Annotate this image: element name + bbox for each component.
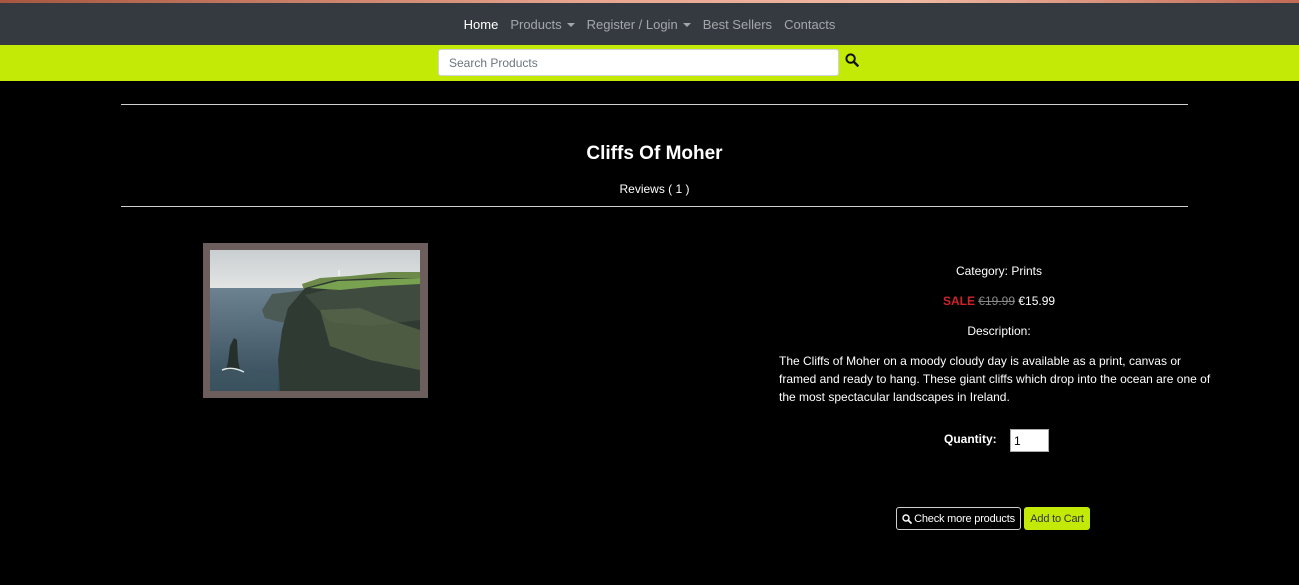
main-navbar: Home Products Register / Login Best Sell… [0, 3, 1299, 45]
chevron-down-icon [566, 22, 575, 27]
nav-register-login-label: Register / Login [586, 16, 678, 32]
reviews-link[interactable]: Reviews ( 1 ) [0, 182, 1299, 196]
nav-best-sellers[interactable]: Best Sellers [703, 17, 772, 32]
quantity-label: Quantity: [944, 432, 997, 446]
current-price: €15.99 [1018, 294, 1056, 308]
nav-home[interactable]: Home [464, 17, 499, 32]
chevron-down-icon [682, 22, 691, 27]
price-line: SALE €19.99 €15.99 [779, 292, 1219, 310]
product-image [210, 250, 420, 391]
product-image-frame [203, 243, 428, 398]
description-label: Description: [967, 324, 1031, 338]
nav-products-label: Products [510, 16, 562, 32]
product-description: The Cliffs of Moher on a moody cloudy da… [779, 354, 1211, 404]
search-icon[interactable] [845, 53, 865, 73]
check-more-products-label: Check more products [914, 512, 1015, 525]
add-to-cart-button[interactable]: Add to Cart [1024, 507, 1090, 530]
nav-products[interactable]: Products [510, 16, 575, 32]
search-icon [902, 513, 912, 524]
quantity-input[interactable] [1010, 429, 1049, 452]
search-input[interactable] [438, 49, 839, 76]
search-bar [0, 45, 1299, 81]
nav-register-login[interactable]: Register / Login [587, 17, 691, 32]
old-price: €19.99 [978, 294, 1015, 308]
sale-badge: SALE [942, 294, 975, 308]
nav-contacts[interactable]: Contacts [784, 17, 835, 32]
divider-top [121, 104, 1188, 105]
divider-bottom [121, 206, 1188, 207]
product-category: Category: Prints [955, 264, 1043, 278]
check-more-products-button[interactable]: Check more products [896, 507, 1021, 530]
product-title: Cliffs Of Moher [586, 143, 723, 164]
